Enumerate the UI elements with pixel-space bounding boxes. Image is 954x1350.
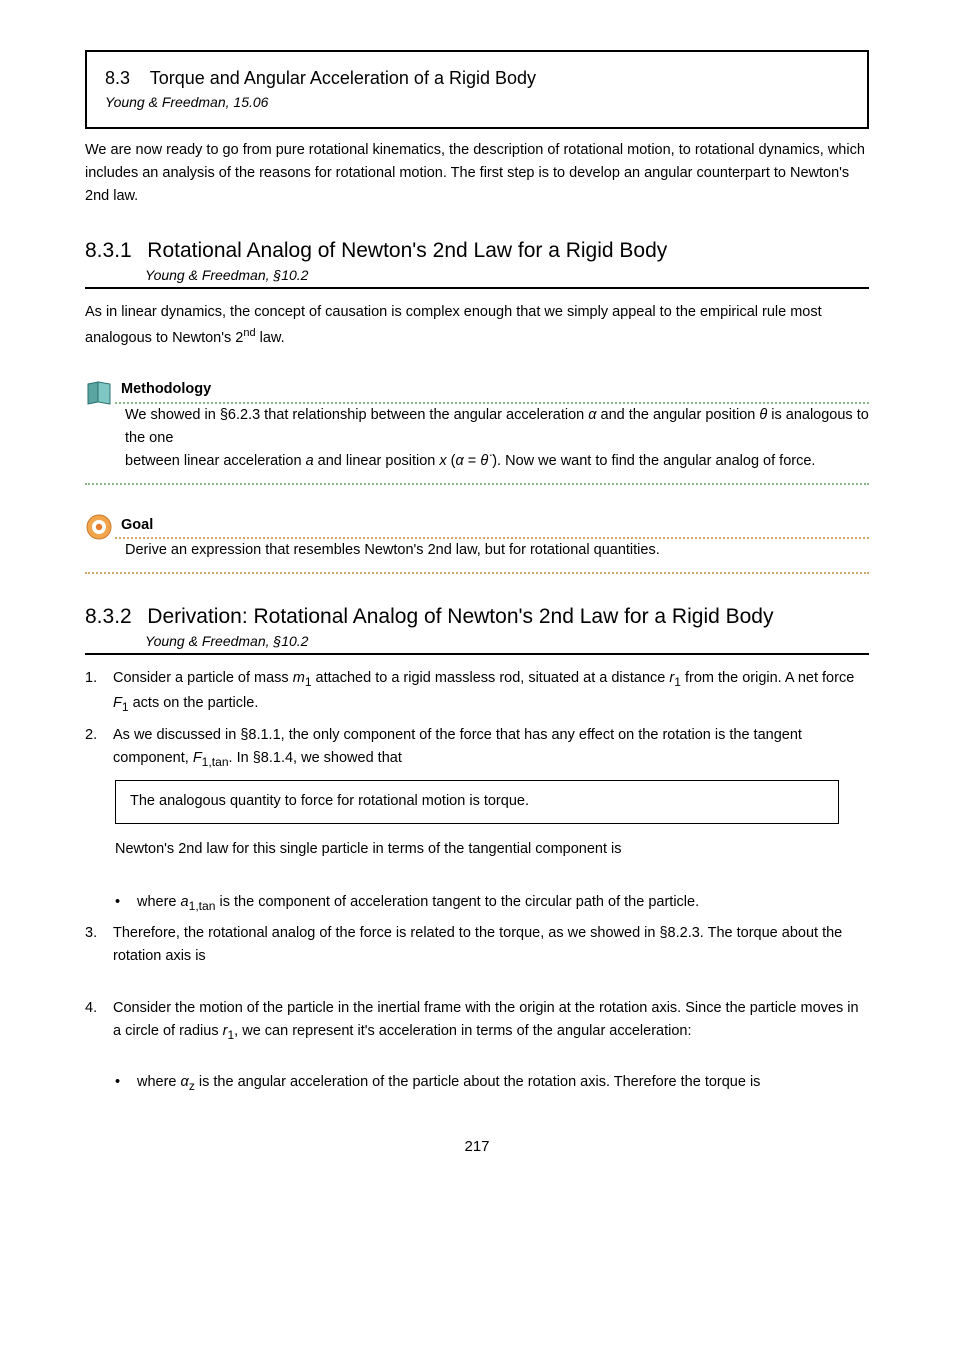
goal-row: Goal bbox=[85, 503, 869, 533]
subsection-heading: 8.3.1 Rotational Analog of Newton's 2nd … bbox=[85, 236, 869, 289]
page-number: 217 bbox=[85, 1136, 869, 1157]
section-subtitle: Young & Freedman, 15.06 bbox=[105, 93, 849, 113]
book-icon bbox=[85, 378, 113, 406]
methodology-label: Methodology bbox=[121, 379, 211, 399]
subsection-title-2: Derivation: Rotational Analog of Newton'… bbox=[147, 605, 773, 628]
section-header-box: 8.3 Torque and Angular Acceleration of a… bbox=[85, 50, 869, 129]
subsection-8-3-2: 8.3.2 Derivation: Rotational Analog of N… bbox=[85, 602, 869, 1096]
quote-box: The analogous quantity to force for rota… bbox=[115, 780, 839, 824]
dotted-rule-green-bottom bbox=[85, 483, 869, 485]
step-4: 4. Consider the motion of the particle i… bbox=[85, 997, 869, 1045]
subsection-subtitle: Young & Freedman, §10.2 bbox=[145, 266, 869, 286]
bullet-b: • where αz is the angular acceleration o… bbox=[115, 1071, 869, 1096]
section-header-line: 8.3 Torque and Angular Acceleration of a… bbox=[105, 66, 849, 91]
methodology-text: We showed in §6.2.3 that relationship be… bbox=[85, 404, 869, 474]
dotted-rule-orange-bottom bbox=[85, 572, 869, 574]
step-1: 1. Consider a particle of mass m1 attach… bbox=[85, 667, 869, 717]
bullet-a: • where a1,tan is the component of accel… bbox=[115, 891, 869, 916]
subsection-subtitle-2: Young & Freedman, §10.2 bbox=[145, 632, 869, 652]
subsection-number: 8.3.1 bbox=[85, 239, 132, 262]
intro-paragraph: We are now ready to go from pure rotatio… bbox=[85, 139, 869, 209]
target-icon bbox=[85, 513, 113, 541]
section-title: Torque and Angular Acceleration of a Rig… bbox=[150, 68, 536, 88]
subsection-title: Rotational Analog of Newton's 2nd Law fo… bbox=[147, 239, 667, 262]
after-quote-text: Newton's 2nd law for this single particl… bbox=[115, 838, 869, 861]
goal-label: Goal bbox=[121, 515, 153, 535]
section-number: 8.3 bbox=[105, 68, 130, 88]
subsection-heading-2: 8.3.2 Derivation: Rotational Analog of N… bbox=[85, 602, 869, 655]
step-3: 3. Therefore, the rotational analog of t… bbox=[85, 922, 869, 968]
dotted-rule-green bbox=[115, 402, 869, 404]
subsection-8-3-1: 8.3.1 Rotational Analog of Newton's 2nd … bbox=[85, 236, 869, 574]
subsection-number-2: 8.3.2 bbox=[85, 605, 132, 628]
step-2: 2. As we discussed in §8.1.1, the only c… bbox=[85, 724, 869, 772]
goal-text: Derive an expression that resembles Newt… bbox=[85, 539, 869, 562]
methodology-row: Methodology bbox=[85, 368, 869, 398]
subsection-lead-text: As in linear dynamics, the concept of ca… bbox=[85, 301, 869, 349]
dotted-rule-orange bbox=[115, 537, 869, 539]
